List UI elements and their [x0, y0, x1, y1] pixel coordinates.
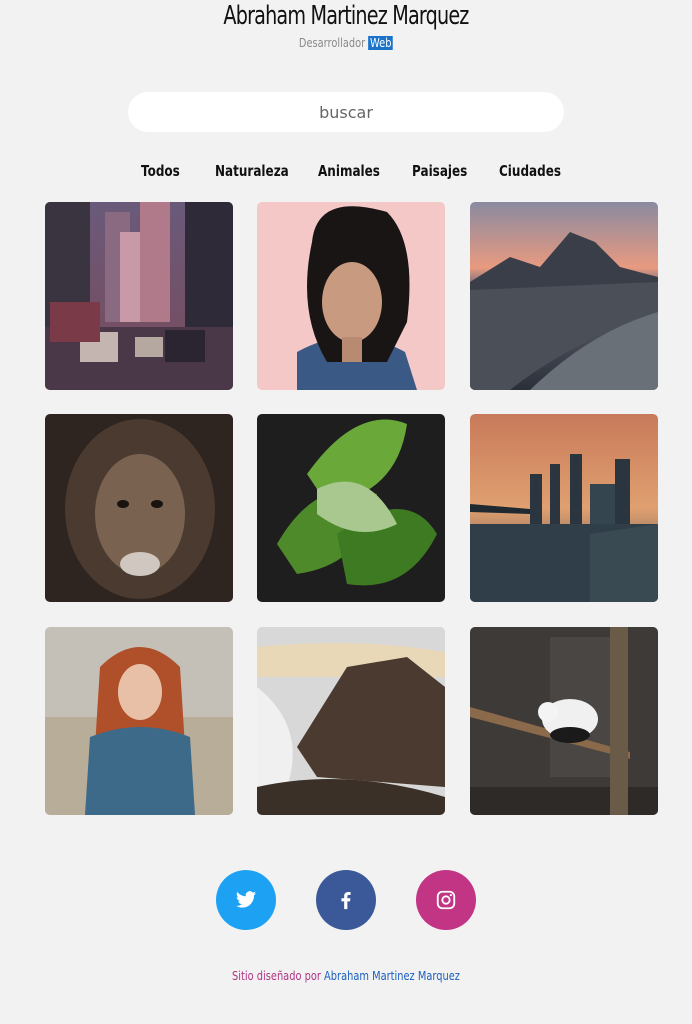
- filter-paisajes[interactable]: Paisajes: [412, 160, 467, 182]
- gallery-image-red-haired-woman[interactable]: [45, 627, 233, 815]
- gallery-image-coastal-mountain[interactable]: [470, 202, 658, 390]
- instagram-icon: [436, 890, 456, 910]
- gallery-image-mountain-clouds[interactable]: [257, 627, 445, 815]
- filter-bar: Todos Naturaleza Animales Paisajes Ciuda…: [0, 160, 692, 184]
- twitter-button[interactable]: [216, 870, 276, 930]
- instagram-button[interactable]: [416, 870, 476, 930]
- footer-lead: Sitio diseñado por: [232, 969, 321, 983]
- gallery-image-city-street[interactable]: [45, 202, 233, 390]
- subtitle-prefix: Desarrollador: [298, 36, 366, 50]
- subtitle-highlight: Web: [368, 36, 394, 50]
- search-input[interactable]: [128, 92, 564, 132]
- footer-author-link[interactable]: Abraham Martinez Marquez: [324, 969, 460, 983]
- gallery-image-woman-portrait[interactable]: [257, 202, 445, 390]
- filter-animales[interactable]: Animales: [318, 160, 380, 182]
- filter-naturaleza[interactable]: Naturaleza: [215, 160, 289, 182]
- filter-todos[interactable]: Todos: [141, 160, 180, 182]
- gallery-image-city-skyline[interactable]: [470, 414, 658, 602]
- twitter-icon: [235, 891, 257, 908]
- page-subtitle: Desarrollador Web: [62, 35, 629, 51]
- page-title: Abraham Martinez Marquez: [223, 1, 469, 31]
- facebook-button[interactable]: [316, 870, 376, 930]
- footer-credit: Sitio diseñado por Abraham Martinez Marq…: [62, 968, 629, 984]
- facebook-icon: [341, 892, 351, 910]
- gallery-image-panda[interactable]: [470, 627, 658, 815]
- gallery-image-leaves[interactable]: [257, 414, 445, 602]
- search-box: [128, 92, 564, 132]
- gallery-image-lion[interactable]: [45, 414, 233, 602]
- filter-ciudades[interactable]: Ciudades: [499, 160, 561, 182]
